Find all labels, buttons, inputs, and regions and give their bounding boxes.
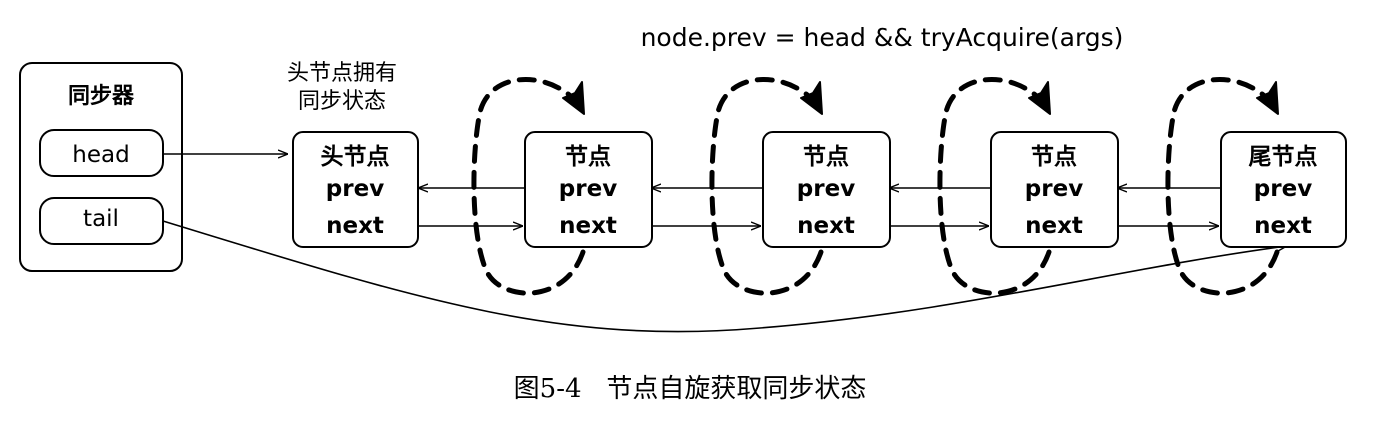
spin-arrowhead-2 [800,81,823,115]
node-4: 节点 prev next [990,131,1119,248]
node-prev-field: prev [797,176,855,202]
tail-pointer-label: tail [83,206,119,232]
node-prev-field: prev [1254,176,1312,202]
node-title: 节点 [565,144,611,170]
node-title: 节点 [803,144,849,170]
node-head: 头节点 prev next [292,131,419,248]
node-next-field: next [326,213,384,239]
node-2: 节点 prev next [524,131,653,248]
figure-caption: 图5-4 节点自旋获取同步状态 [514,374,867,404]
node-3: 节点 prev next [762,131,891,248]
node-prev-field: prev [326,176,384,202]
node-title: 头节点 [321,144,390,170]
spin-arrowhead-3 [1028,81,1051,115]
head-note-line2: 同步状态 [298,89,386,114]
node-prev-field: prev [559,176,617,202]
node-title: 尾节点 [1249,144,1318,170]
diagram-stage: node.prev = head && tryAcquire(args) 同步器… [0,0,1383,430]
node-next-field: next [1254,213,1312,239]
node-next-field: next [559,213,617,239]
node-prev-field: prev [1025,176,1083,202]
synchronizer: 同步器 head tail [19,62,183,272]
spin-condition-text: node.prev = head && tryAcquire(args) [641,23,1124,52]
node-next-field: next [797,213,855,239]
spin-arrowhead-1 [562,81,585,115]
spin-acquire-diagram: node.prev = head && tryAcquire(args) 同步器… [19,23,1347,404]
node-next-field: next [1025,213,1083,239]
synchronizer-title: 同步器 [68,83,135,109]
node-tail: 尾节点 prev next [1220,131,1347,248]
head-note-line1: 头节点拥有 [287,61,397,86]
spin-arrowhead-4 [1256,81,1279,115]
node-title: 节点 [1031,144,1077,170]
head-pointer-label: head [72,142,129,168]
